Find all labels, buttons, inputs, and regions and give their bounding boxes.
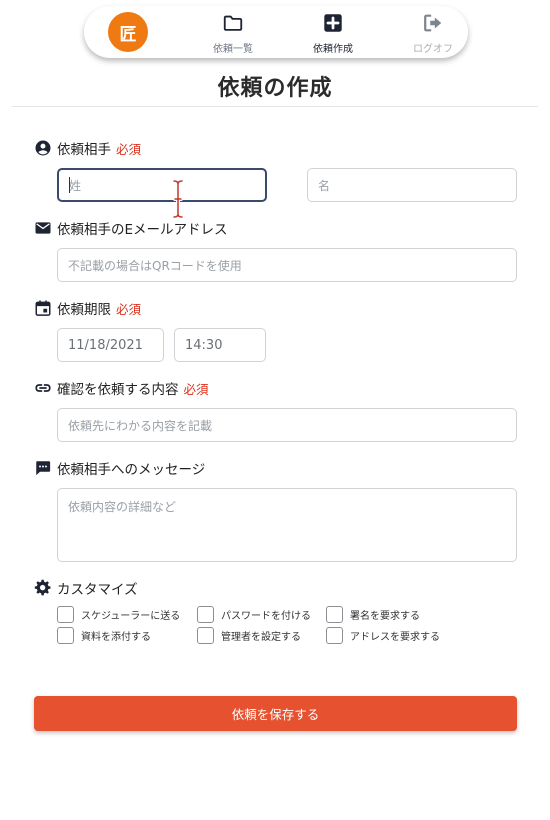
checkbox-attach-document[interactable]: 資料を添付する <box>57 627 151 644</box>
message-textarea[interactable]: 依頼内容の詳細など <box>57 488 517 562</box>
folder-icon <box>223 15 243 31</box>
checkbox-label: 資料を添付する <box>81 632 151 643</box>
checkbox-label: 管理者を設定する <box>221 632 301 643</box>
customize-label: カスタマイズ <box>34 578 138 598</box>
email-label: 依頼相手のEメールアドレス <box>34 218 228 238</box>
email-placeholder: 不記載の場合はQRコードを使用 <box>68 258 242 273</box>
text-caret <box>69 177 70 193</box>
nav-label-logoff: ログオフ <box>413 44 453 55</box>
date-input[interactable]: 11/18/2021 <box>57 328 164 362</box>
checkbox-require-signature[interactable]: 署名を要求する <box>326 606 420 623</box>
message-label: 依頼相手へのメッセージ <box>34 458 205 478</box>
page-title: 依頼の作成 <box>217 76 333 101</box>
checkbox-label: スケジューラーに送る <box>81 611 181 622</box>
checkbox-box[interactable] <box>197 627 214 644</box>
time-value: 14:30 <box>185 337 223 353</box>
first-name-input[interactable]: 名 <box>307 168 517 202</box>
mouse-ibeam-cursor-icon <box>172 180 184 218</box>
checkbox-box[interactable] <box>326 627 343 644</box>
account-circle-icon <box>35 140 51 156</box>
checkbox-require-address[interactable]: アドレスを要求する <box>326 627 440 644</box>
plus-square-icon <box>324 14 342 32</box>
checkbox-label: パスワードを付ける <box>221 611 311 622</box>
checkbox-box[interactable] <box>197 606 214 623</box>
nav-item-request-list[interactable]: 依頼一覧 <box>198 12 268 56</box>
link-icon <box>35 384 51 392</box>
checkbox-box[interactable] <box>326 606 343 623</box>
content-label: 確認を依頼する内容 必須 <box>34 378 209 398</box>
checkbox-box[interactable] <box>57 606 74 623</box>
nav-item-create-request[interactable]: 依頼作成 <box>298 12 368 56</box>
logo-text: 匠 <box>119 24 137 45</box>
recipient-label-text: 依頼相手 <box>57 142 111 158</box>
nav-label-request-list: 依頼一覧 <box>213 44 253 55</box>
chat-message-icon <box>36 461 51 476</box>
checkbox-box[interactable] <box>57 627 74 644</box>
deadline-label-text: 依頼期限 <box>57 302 111 318</box>
date-value: 11/18/2021 <box>68 337 143 353</box>
deadline-label: 依頼期限 必須 <box>34 298 141 318</box>
message-label-text: 依頼相手へのメッセージ <box>57 462 206 478</box>
recipient-label: 依頼相手 必須 <box>34 138 141 158</box>
email-label-text: 依頼相手のEメールアドレス <box>57 222 228 238</box>
last-name-input[interactable]: 姓 <box>57 168 267 202</box>
first-name-placeholder: 名 <box>318 178 331 193</box>
checkbox-add-password[interactable]: パスワードを付ける <box>197 606 311 623</box>
required-badge: 必須 <box>183 381 209 397</box>
last-name-placeholder: 姓 <box>69 178 82 193</box>
message-placeholder: 依頼内容の詳細など <box>68 500 177 514</box>
save-request-button[interactable]: 依頼を保存する <box>34 696 517 731</box>
time-input[interactable]: 14:30 <box>174 328 266 362</box>
save-button-label: 依頼を保存する <box>231 707 320 722</box>
email-input[interactable]: 不記載の場合はQRコードを使用 <box>57 248 517 282</box>
customize-label-text: カスタマイズ <box>57 582 138 598</box>
content-label-text: 確認を依頼する内容 <box>57 382 179 398</box>
content-input[interactable]: 依頼先にわかる内容を記載 <box>57 408 517 442</box>
gear-icon <box>34 579 51 596</box>
checkbox-label: 署名を要求する <box>350 611 420 622</box>
logout-icon <box>424 14 442 32</box>
content-placeholder: 依頼先にわかる内容を記載 <box>68 418 213 433</box>
required-badge: 必須 <box>116 301 142 317</box>
app-logo[interactable]: 匠 <box>108 12 148 52</box>
checkbox-label: アドレスを要求する <box>350 632 440 643</box>
calendar-icon <box>35 300 51 316</box>
nav-label-create-request: 依頼作成 <box>313 44 353 55</box>
nav-item-logoff[interactable]: ログオフ <box>398 12 468 56</box>
checkbox-send-scheduler[interactable]: スケジューラーに送る <box>57 606 180 623</box>
required-badge: 必須 <box>116 141 142 157</box>
checkbox-set-admin[interactable]: 管理者を設定する <box>197 627 301 644</box>
top-navigation: 匠 依頼一覧 依頼作成 ログオフ <box>84 6 468 58</box>
mail-icon <box>35 222 51 234</box>
header-divider <box>12 106 538 107</box>
